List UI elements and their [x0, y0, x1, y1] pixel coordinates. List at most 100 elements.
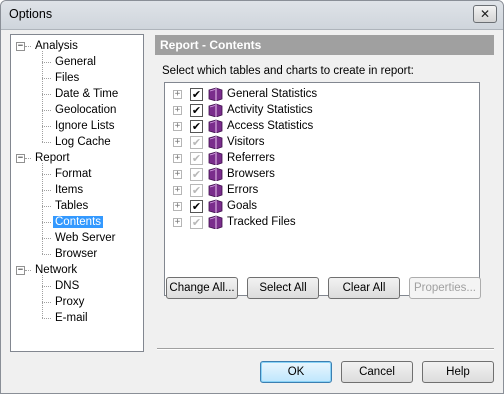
item-checkbox[interactable]: ✔ [190, 152, 203, 165]
tree-connector [42, 222, 51, 223]
expand-icon[interactable]: + [173, 186, 182, 195]
book-icon [208, 135, 223, 149]
instruction-text: Select which tables and charts to create… [162, 65, 414, 77]
list-item[interactable]: + ✔ Activity Statistics [169, 102, 469, 118]
expand-icon[interactable]: + [173, 106, 182, 115]
tree-item[interactable]: Geolocation [53, 102, 118, 118]
window-title: Options [9, 7, 53, 21]
expand-icon[interactable]: + [173, 154, 182, 163]
tree-item-label: E-mail [55, 312, 88, 324]
list-item-label: Tracked Files [227, 216, 296, 228]
tree-item[interactable]: General [53, 54, 98, 70]
tree-item-label: Tables [55, 200, 89, 212]
tree-connector [42, 62, 51, 63]
tree-item[interactable]: Network [33, 262, 79, 278]
tree-item[interactable]: Tables [53, 198, 90, 214]
list-item[interactable]: + ✔ Visitors [169, 134, 469, 150]
book-icon [208, 151, 223, 165]
tree-item[interactable]: Ignore Lists [53, 118, 116, 134]
expand-icon[interactable]: + [173, 218, 182, 227]
tree-item[interactable]: Browser [53, 246, 99, 262]
dialog-body: − Analysis General Files Date & Time Geolocat… [2, 30, 502, 392]
item-checkbox[interactable]: ✔ [190, 104, 203, 117]
options-tree[interactable]: − Analysis General Files Date & Time Geolocat… [10, 34, 144, 352]
book-icon [208, 167, 223, 181]
tree-item[interactable]: DNS [53, 278, 81, 294]
item-checkbox[interactable]: ✔ [190, 88, 203, 101]
list-item[interactable]: + ✔ General Statistics [169, 86, 469, 102]
close-icon: ✕ [479, 7, 491, 21]
tree-item-label: Contents [53, 216, 104, 228]
expand-icon[interactable]: + [173, 202, 182, 211]
tree-connector [42, 174, 51, 175]
collapse-icon[interactable]: − [16, 154, 25, 163]
list-item-label: General Statistics [227, 88, 318, 100]
title-bar: Options ✕ [1, 1, 503, 30]
tree-connector [42, 318, 51, 319]
book-icon [208, 215, 223, 229]
help-button[interactable]: Help [422, 361, 494, 383]
clear-all-button[interactable]: Clear All [328, 277, 400, 299]
tree-connector [42, 254, 51, 255]
tree-connector [42, 238, 51, 239]
tree-item-label: Web Server [55, 232, 116, 244]
ok-button[interactable]: OK [260, 361, 332, 383]
tree-item[interactable]: Contents [53, 214, 104, 230]
book-icon [208, 119, 223, 133]
tree-item[interactable]: Format [53, 166, 93, 182]
tree-item[interactable]: Analysis [33, 38, 80, 54]
list-item[interactable]: + ✔ Tracked Files [169, 214, 469, 230]
list-item-label: Errors [227, 184, 259, 196]
book-icon [208, 87, 223, 101]
cancel-button[interactable]: Cancel [341, 361, 413, 383]
tree-item-label: Geolocation [55, 104, 117, 116]
select-all-button[interactable]: Select All [247, 277, 319, 299]
options-dialog: Options ✕ − Analysis General Files Date & Ti… [0, 0, 504, 394]
close-button[interactable]: ✕ [473, 5, 497, 23]
tree-item-label: General [55, 56, 96, 68]
collapse-icon[interactable]: − [16, 266, 25, 275]
tree-connector [25, 46, 31, 47]
list-item[interactable]: + ✔ Goals [169, 198, 469, 214]
tree-item[interactable]: Date & Time [53, 86, 120, 102]
report-contents-list[interactable]: + ✔ General Statistics + ✔ Activity Statistic… [164, 82, 480, 296]
expand-icon[interactable]: + [173, 122, 182, 131]
collapse-icon[interactable]: − [16, 42, 25, 51]
tree-connector [42, 286, 51, 287]
list-item-label: Visitors [227, 136, 265, 148]
tree-item-label: Items [55, 184, 84, 196]
expand-icon[interactable]: + [173, 138, 182, 147]
item-checkbox[interactable]: ✔ [190, 184, 203, 197]
change-all-button[interactable]: Change All... [166, 277, 238, 299]
tree-item-label: Date & Time [55, 88, 119, 100]
item-checkbox[interactable]: ✔ [190, 120, 203, 133]
tree-item[interactable]: E-mail [53, 310, 90, 326]
properties-button[interactable]: Properties... [409, 277, 481, 299]
tree-item[interactable]: Items [53, 182, 85, 198]
list-item[interactable]: + ✔ Access Statistics [169, 118, 469, 134]
tree-item[interactable]: Web Server [53, 230, 118, 246]
tree-item-label: Network [35, 264, 78, 276]
item-checkbox[interactable]: ✔ [190, 216, 203, 229]
tree-connector [42, 126, 51, 127]
list-item[interactable]: + ✔ Browsers [169, 166, 469, 182]
expand-icon[interactable]: + [173, 90, 182, 99]
book-icon [208, 183, 223, 197]
tree-item[interactable]: Log Cache [53, 134, 113, 150]
tree-item-label: Analysis [35, 40, 78, 52]
list-item[interactable]: + ✔ Referrers [169, 150, 469, 166]
tree-connector [42, 78, 51, 79]
tree-item[interactable]: Proxy [53, 294, 86, 310]
tree-item-label: Browser [55, 248, 98, 260]
tree-item[interactable]: Files [53, 70, 81, 86]
expand-icon[interactable]: + [173, 170, 182, 179]
tree-item-label: Files [55, 72, 80, 84]
tree-connector [42, 163, 43, 254]
tree-item[interactable]: Report [33, 150, 72, 166]
list-item-label: Access Statistics [227, 120, 314, 132]
item-checkbox[interactable]: ✔ [190, 136, 203, 149]
list-item[interactable]: + ✔ Errors [169, 182, 469, 198]
tree-item-label: Format [55, 168, 92, 180]
item-checkbox[interactable]: ✔ [190, 200, 203, 213]
item-checkbox[interactable]: ✔ [190, 168, 203, 181]
